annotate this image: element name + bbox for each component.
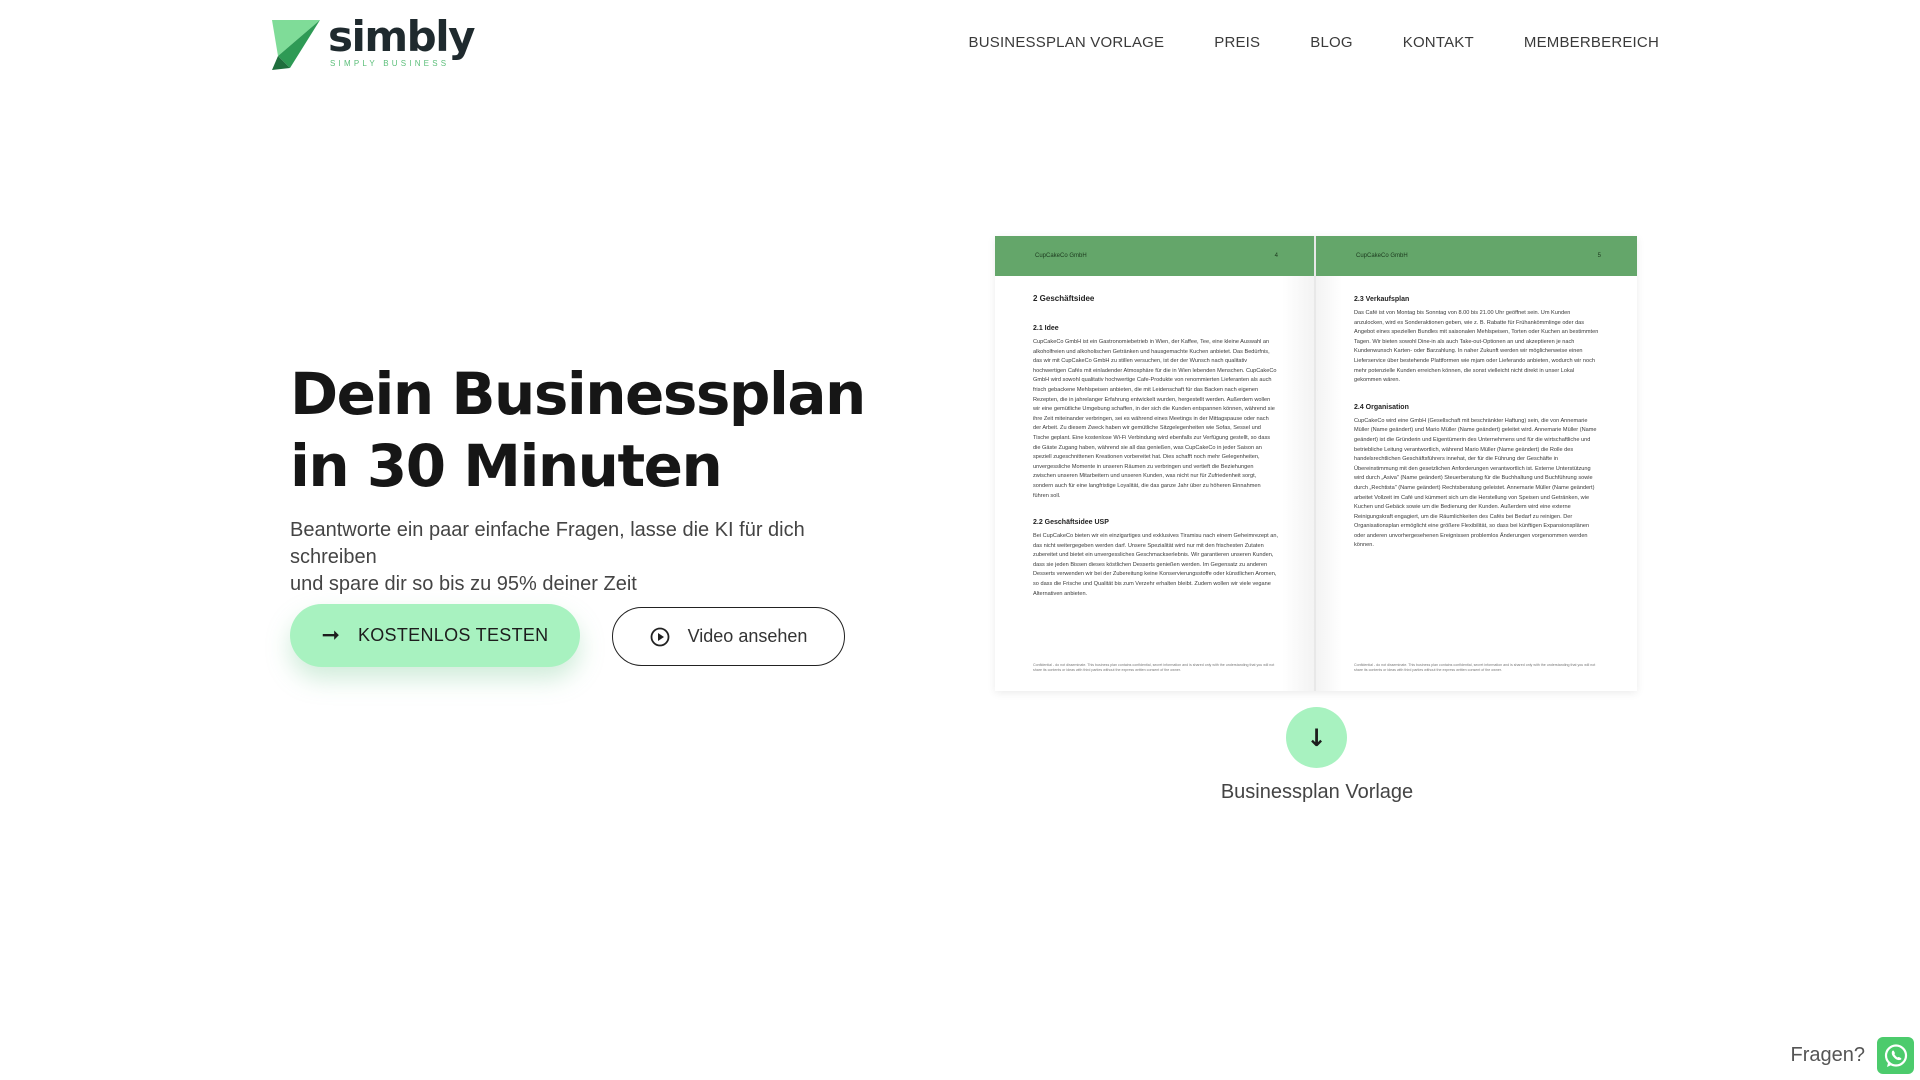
play-circle-icon xyxy=(650,627,670,646)
nav-item-kontakt[interactable]: KONTAKT xyxy=(1403,34,1474,51)
nav-item-preis[interactable]: PREIS xyxy=(1214,34,1260,51)
document-section-heading: 2.3 Verkaufsplan xyxy=(1354,296,1410,303)
nav-item-memberbereich[interactable]: MEMBERBEREICH xyxy=(1524,34,1659,51)
document-section-heading: 2.1 Idee xyxy=(1033,325,1059,332)
document-page-number: 5 xyxy=(1597,253,1601,259)
nav-item-blog[interactable]: BLOG xyxy=(1310,34,1352,51)
whatsapp-icon xyxy=(1884,1043,1907,1067)
document-page-number: 4 xyxy=(1274,253,1278,259)
chat-widget[interactable]: Fragen? xyxy=(1791,1037,1920,1074)
hero-title-line-2: in 30 Minuten xyxy=(290,432,723,500)
document-chapter-heading: 2 Geschäftsidee xyxy=(1033,294,1095,303)
hero-title: Dein Businessplan in 30 Minuten xyxy=(290,358,866,502)
document-page-left: CupCakeCo GmbH 4 2 Geschäftsidee 2.1 Ide… xyxy=(995,236,1316,691)
document-section-text: CupCakeCo GmbH ist ein Gastronomiebetrie… xyxy=(1033,339,1277,499)
hero-subtitle: Beantworte ein paar einfache Fragen, las… xyxy=(290,517,890,598)
businessplan-vorlage-link[interactable]: Businessplan Vorlage xyxy=(1166,781,1468,804)
document-section-text: CupCakeCo wird eine GmbH (Gesellschaft m… xyxy=(1354,417,1597,549)
document-page-header: CupCakeCo GmbH 4 xyxy=(995,236,1314,276)
hero-subtitle-line-2: und spare dir so bis zu 95% deiner Zeit xyxy=(290,573,637,595)
main-nav: BUSINESSPLAN VORLAGE PREIS BLOG KONTAKT … xyxy=(969,34,1660,51)
video-ansehen-label: Video ansehen xyxy=(687,626,808,646)
whatsapp-button[interactable] xyxy=(1877,1037,1914,1074)
businessplan-preview: CupCakeCo GmbH 4 2 Geschäftsidee 2.1 Ide… xyxy=(995,236,1637,691)
download-button[interactable]: ↓ xyxy=(1286,707,1347,768)
hero-subtitle-line-1: Beantworte ein paar einfache Fragen, las… xyxy=(290,519,805,568)
document-section-text: Bei CupCakeCo bieten wir ein einzigartig… xyxy=(1033,533,1279,597)
brand-name: simbly xyxy=(328,12,476,61)
kostenlos-testen-label: KOSTENLOS TESTEN xyxy=(357,625,549,645)
arrow-right-icon: ➞ xyxy=(321,623,340,648)
logo-mark-icon xyxy=(272,20,320,70)
nav-item-businessplan-vorlage[interactable]: BUSINESSPLAN VORLAGE xyxy=(969,34,1165,51)
document-company: CupCakeCo GmbH xyxy=(1356,253,1408,259)
brand-logo[interactable]: simbly SIMPLY BUSINESS xyxy=(270,12,476,70)
kostenlos-testen-button[interactable]: ➞ KOSTENLOS TESTEN xyxy=(290,604,580,667)
document-company: CupCakeCo GmbH xyxy=(1035,253,1087,259)
arrow-down-icon: ↓ xyxy=(1306,723,1327,752)
brand-tagline: SIMPLY BUSINESS xyxy=(330,59,450,68)
document-page-right: CupCakeCo GmbH 5 2.3 Verkaufsplan Das Ca… xyxy=(1316,236,1637,691)
document-page-header: CupCakeCo GmbH 5 xyxy=(1316,236,1637,276)
video-ansehen-button[interactable]: Video ansehen xyxy=(612,607,845,666)
document-section-text: Das Café ist von Montag bis Sonntag von … xyxy=(1354,310,1599,384)
document-footer: Confidential - do not disseminate. This … xyxy=(1354,663,1596,672)
document-section-heading: 2.2 Geschäftsidee USP xyxy=(1033,519,1109,527)
chat-label: Fragen? xyxy=(1790,1044,1866,1066)
document-footer: Confidential - do not disseminate. This … xyxy=(1033,663,1275,672)
document-section-heading: 2.4 Organisation xyxy=(1354,403,1409,411)
site-header: simbly SIMPLY BUSINESS BUSINESSPLAN VORL… xyxy=(0,0,1920,92)
hero-title-line-1: Dein Businessplan xyxy=(290,360,866,428)
